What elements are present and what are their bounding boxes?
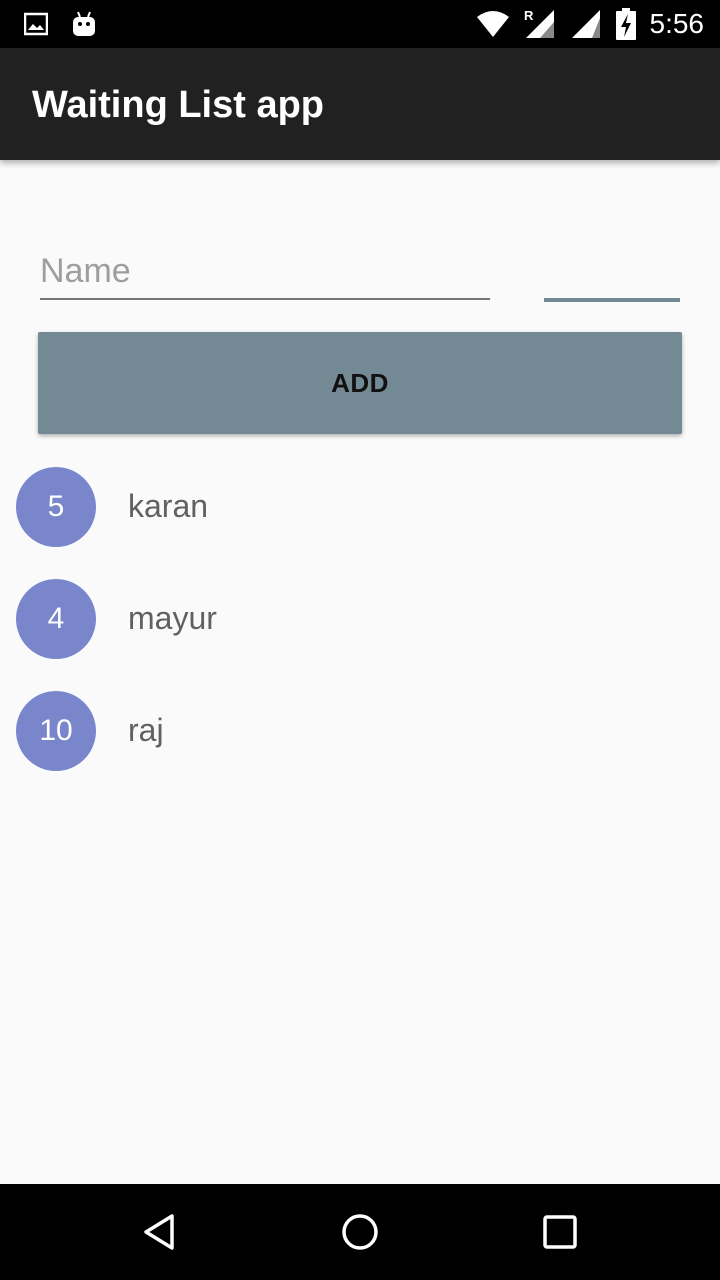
party-size-badge: 10 <box>16 691 96 771</box>
signal-roaming-icon: R <box>524 8 554 38</box>
list-item[interactable]: 4 mayur <box>0 578 720 690</box>
recents-icon[interactable] <box>540 1212 580 1252</box>
party-size-badge: 5 <box>16 467 96 547</box>
signal-icon <box>571 10 600 38</box>
name-input[interactable] <box>40 244 490 300</box>
svg-text:R: R <box>524 8 534 23</box>
battery-charging-icon <box>615 8 636 40</box>
app-bar: Waiting List app <box>0 48 720 160</box>
guest-list: 5 karan 4 mayur 10 raj <box>0 466 720 802</box>
list-item[interactable]: 10 raj <box>0 690 720 802</box>
status-bar: R 5:56 <box>0 0 720 48</box>
guest-name: raj <box>128 712 164 748</box>
wifi-icon <box>476 11 509 37</box>
party-size-badge: 4 <box>16 579 96 659</box>
clock: 5:56 <box>649 8 705 39</box>
back-icon[interactable] <box>140 1212 180 1252</box>
app-title: Waiting List app <box>32 84 325 126</box>
navigation-bar <box>0 1184 720 1280</box>
notification-icons <box>24 10 96 38</box>
guest-name: karan <box>128 488 209 524</box>
home-icon[interactable] <box>340 1212 380 1252</box>
add-button[interactable]: ADD <box>38 332 682 434</box>
system-icons: R 5:56 <box>476 6 705 42</box>
image-notification-icon <box>24 12 48 36</box>
party-size-input[interactable] <box>544 244 680 302</box>
list-item[interactable]: 5 karan <box>0 466 720 578</box>
android-notification-icon <box>73 11 95 36</box>
guest-name: mayur <box>128 600 217 636</box>
